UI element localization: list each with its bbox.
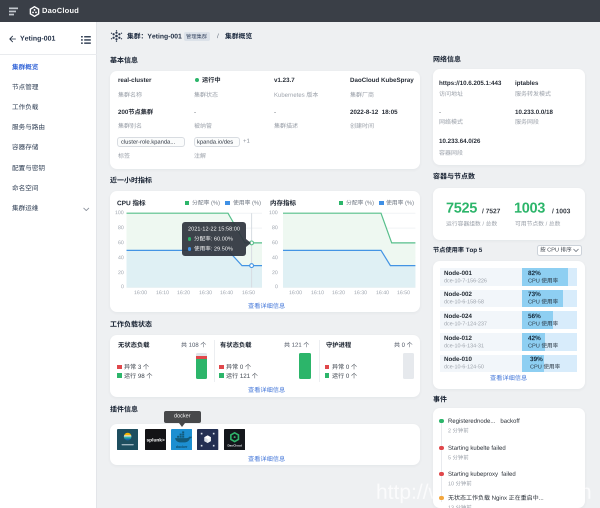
svg-text:DaoCloud: DaoCloud [227,443,241,447]
svg-text:splunk>: splunk> [146,437,164,443]
svg-text:docker: docker [176,444,188,448]
